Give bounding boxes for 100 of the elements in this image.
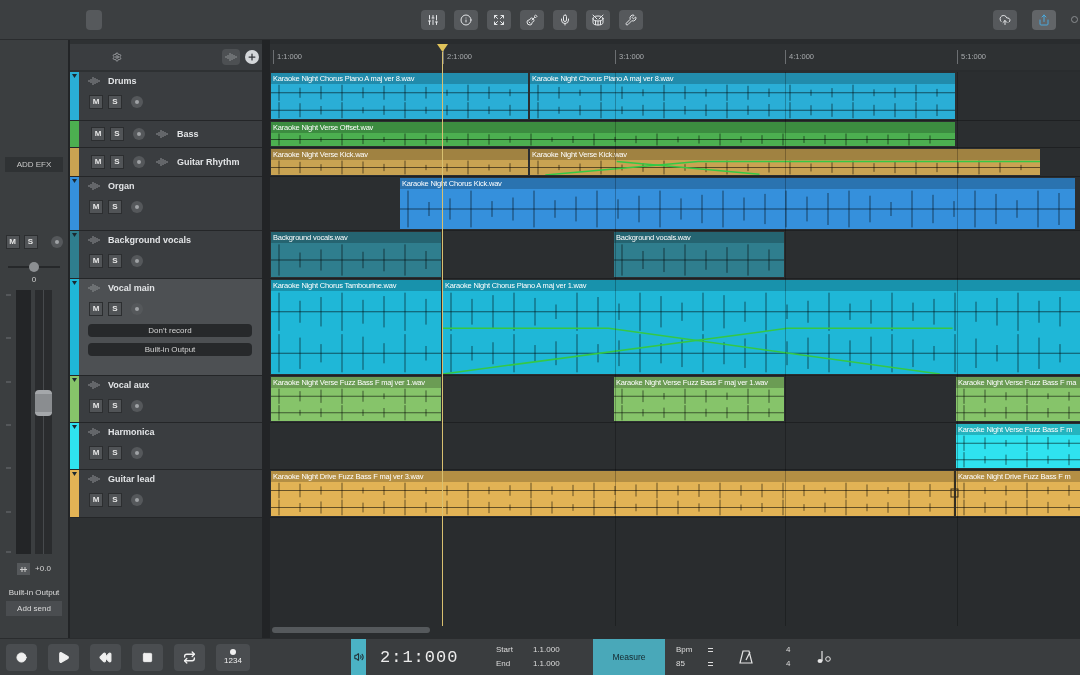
record-arm-button[interactable]: [133, 156, 145, 168]
track-header[interactable]: Vocal aux M S: [70, 376, 262, 423]
output-dropdown[interactable]: Built-in Output: [88, 343, 252, 356]
solo-button[interactable]: S: [23, 235, 38, 249]
record-button[interactable]: [6, 643, 37, 671]
tempo-label: Bpm: [676, 646, 693, 654]
plus-icon: [247, 52, 257, 62]
speaker-icon: [353, 652, 364, 662]
mute-button[interactable]: M: [89, 302, 103, 316]
split-marker-icon[interactable]: [950, 470, 959, 517]
waveform-icon: [88, 284, 100, 292]
guitar-button[interactable]: [520, 9, 544, 30]
add-send-button[interactable]: Add send: [6, 601, 62, 616]
track-header[interactable]: Guitar lead M S: [70, 470, 262, 518]
mute-button[interactable]: M: [89, 399, 103, 413]
track-header[interactable]: Harmonica M S: [70, 423, 262, 470]
measure-button[interactable]: Measure: [593, 639, 665, 675]
track-header[interactable]: Organ M S: [70, 177, 262, 231]
end-label: End: [496, 660, 512, 668]
mute-button[interactable]: M: [89, 254, 103, 268]
record-arm-button[interactable]: [131, 96, 143, 108]
drum-icon: [592, 13, 604, 26]
mute-button[interactable]: M: [91, 155, 105, 169]
track-name: Harmonica: [108, 427, 155, 437]
mute-button[interactable]: M: [91, 127, 105, 141]
equals-icon[interactable]: [708, 662, 714, 666]
time-signature-bottom: 4: [786, 660, 791, 668]
track-header[interactable]: Vocal main M S Don't record Built-in Output: [70, 279, 262, 376]
small-toggle-button[interactable]: [17, 563, 31, 575]
metronome-icon[interactable]: [739, 650, 753, 664]
caret-icon[interactable]: [72, 378, 77, 382]
record-arm-button[interactable]: [131, 303, 143, 315]
note-icon[interactable]: [816, 650, 833, 664]
track-header[interactable]: Drums M S: [70, 72, 262, 121]
info-button[interactable]: [454, 9, 478, 30]
record-arm-button[interactable]: [133, 128, 145, 140]
loop-button[interactable]: [174, 643, 205, 671]
record-arm-button[interactable]: [131, 201, 143, 213]
track-name: Organ: [108, 181, 135, 191]
expand-button[interactable]: [487, 9, 511, 30]
loop-icon: [183, 650, 196, 664]
volume-fader[interactable]: [35, 290, 52, 554]
solo-button[interactable]: S: [108, 200, 122, 214]
record-arm-button[interactable]: [131, 494, 143, 506]
record-arm-button[interactable]: [131, 255, 143, 267]
solo-button[interactable]: S: [108, 493, 122, 507]
upload-button[interactable]: [993, 9, 1017, 30]
rewind-button[interactable]: [90, 643, 121, 671]
solo-button[interactable]: S: [108, 254, 122, 268]
caret-icon[interactable]: [72, 472, 77, 476]
drum-button[interactable]: [586, 9, 610, 30]
equals-icon[interactable]: [708, 648, 714, 652]
input-dropdown[interactable]: Don't record: [88, 324, 252, 337]
volume-reading: +0.0: [35, 565, 51, 573]
hash-icon: [20, 566, 28, 572]
waveform-icon: [88, 236, 100, 244]
record-arm-button[interactable]: [131, 400, 143, 412]
mute-button[interactable]: M: [89, 493, 103, 507]
settings-icon[interactable]: [112, 52, 122, 62]
speaker-button[interactable]: [351, 639, 366, 675]
solo-button[interactable]: S: [110, 155, 124, 169]
share-icon: [1038, 13, 1050, 26]
caret-icon[interactable]: [72, 179, 77, 183]
add-track-button[interactable]: [245, 50, 259, 64]
microphone-button[interactable]: [553, 9, 577, 30]
fader-thumb[interactable]: [35, 389, 52, 416]
count-in-button[interactable]: 1234: [216, 643, 250, 671]
record-arm-button[interactable]: [131, 447, 143, 459]
rewind-icon: [99, 650, 112, 664]
mute-button[interactable]: M: [89, 446, 103, 460]
solo-button[interactable]: S: [108, 399, 122, 413]
play-button[interactable]: [48, 643, 79, 671]
microphone-icon: [559, 13, 571, 26]
caret-icon[interactable]: [72, 281, 77, 285]
mixer-button[interactable]: [421, 9, 445, 30]
track-header[interactable]: M S Bass: [70, 121, 262, 148]
playhead-marker[interactable]: [437, 44, 448, 52]
pan-knob[interactable]: [29, 262, 39, 272]
tools-button[interactable]: [619, 9, 643, 30]
add-effects-button[interactable]: ADD EFX: [5, 157, 63, 172]
share-button[interactable]: [1032, 9, 1056, 30]
time-signature-top: 4: [786, 646, 791, 654]
track-name: Drums: [108, 76, 137, 86]
track-header[interactable]: Background vocals M S: [70, 231, 262, 279]
solo-button[interactable]: S: [108, 95, 122, 109]
record-arm-button[interactable]: [50, 236, 63, 248]
solo-button[interactable]: S: [108, 302, 122, 316]
caret-icon[interactable]: [72, 425, 77, 429]
track-header[interactable]: M S Guitar Rhythm: [70, 148, 262, 177]
track-name: Bass: [177, 129, 199, 139]
mute-button[interactable]: M: [89, 200, 103, 214]
mute-button[interactable]: M: [89, 95, 103, 109]
stop-icon: [142, 651, 153, 663]
stop-button[interactable]: [132, 643, 163, 671]
solo-button[interactable]: S: [110, 127, 124, 141]
mute-button[interactable]: M: [5, 235, 20, 249]
pan-slider[interactable]: [8, 261, 60, 273]
caret-icon[interactable]: [72, 74, 77, 78]
horizontal-scrollbar[interactable]: [272, 627, 430, 633]
solo-button[interactable]: S: [108, 446, 122, 460]
